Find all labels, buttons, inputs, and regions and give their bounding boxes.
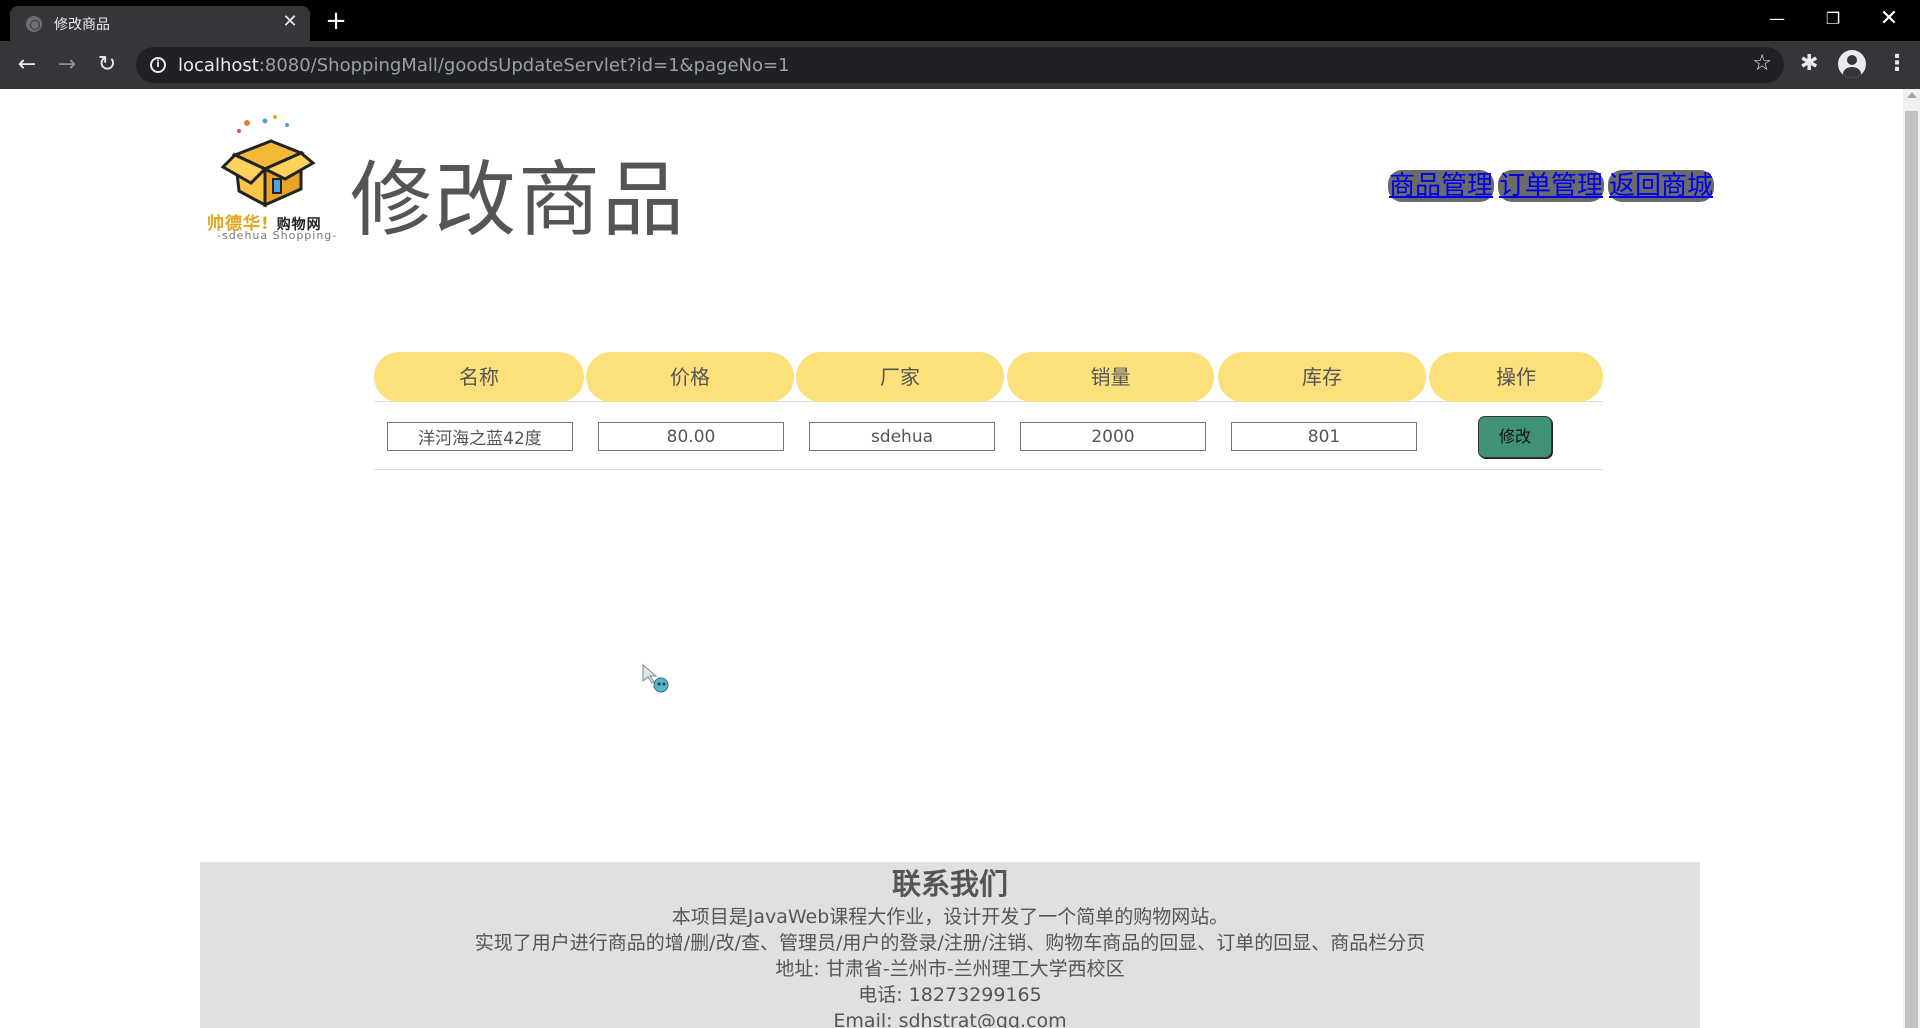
reload-icon[interactable]: ↻ — [93, 51, 121, 79]
top-navigation: 商品管理 订单管理 返回商城 — [1388, 170, 1715, 202]
browser-toolbar: ← → ↻ i localhost:8080/ShoppingMall/good… — [0, 41, 1920, 89]
forward-arrow-icon[interactable]: → — [53, 51, 81, 79]
vertical-scrollbar[interactable] — [1903, 89, 1920, 1028]
footer-title: 联系我们 — [891, 867, 1008, 901]
maker-input[interactable] — [809, 422, 995, 451]
new-tab-icon[interactable]: + — [322, 8, 350, 36]
window-close-icon[interactable]: ✕ — [1866, 0, 1912, 40]
table-row: 修改 — [374, 402, 1603, 470]
contact-footer: 联系我们 本项目是JavaWeb课程大作业，设计开发了一个简单的购物网站。 实现… — [200, 862, 1700, 1028]
address-bar[interactable]: i localhost:8080/ShoppingMall/goodsUpdat… — [136, 47, 1784, 83]
column-header-stock: 库存 — [1218, 352, 1426, 402]
modify-button[interactable]: 修改 — [1478, 416, 1552, 458]
browser-tabstrip: 修改商品 ✕ + — ❐ ✕ — [0, 0, 1920, 41]
bookmark-star-icon[interactable]: ☆ — [1752, 51, 1772, 76]
footer-address: 地址: 甘肃省-兰州市-兰州理工大学西校区 — [775, 958, 1125, 980]
column-header-sales: 销量 — [1007, 352, 1214, 402]
nav-order-management[interactable]: 订单管理 — [1498, 170, 1605, 202]
nav-back-to-mall[interactable]: 返回商城 — [1608, 170, 1715, 202]
cursor-icon — [642, 663, 669, 693]
close-tab-icon[interactable]: ✕ — [280, 12, 300, 32]
price-input[interactable] — [598, 422, 784, 451]
sales-input[interactable] — [1020, 422, 1206, 451]
goods-edit-table: 名称 价格 厂家 销量 库存 操作 修改 — [374, 350, 1603, 470]
info-icon[interactable]: i — [150, 57, 166, 73]
browser-tab[interactable]: 修改商品 ✕ — [10, 6, 310, 41]
gift-box-icon — [220, 115, 316, 208]
browser-menu-icon[interactable]: ⋮ — [1886, 51, 1908, 76]
page-title: 修改商品 — [350, 153, 687, 248]
scrollbar-thumb[interactable] — [1905, 111, 1918, 1028]
restore-icon[interactable]: ❐ — [1810, 0, 1856, 40]
column-header-action: 操作 — [1429, 352, 1603, 402]
footer-email: Email: sdhstrat@qq.com — [833, 1010, 1067, 1028]
tab-title: 修改商品 — [54, 17, 110, 33]
url-host: localhost — [178, 55, 259, 76]
footer-features: 实现了用户进行商品的增/删/改/查、管理员/用户的登录/注册/注销、购物车商品的… — [474, 932, 1426, 954]
column-header-price: 价格 — [586, 352, 794, 402]
profile-avatar-icon[interactable] — [1838, 50, 1866, 78]
extensions-puzzle-icon[interactable]: ✱ — [1800, 51, 1818, 76]
name-input[interactable] — [387, 422, 573, 451]
column-header-name: 名称 — [374, 352, 584, 402]
site-logo[interactable]: 帅德华! 购物网 -sdehua Shopping- — [205, 113, 345, 242]
page-content: 帅德华! 购物网 -sdehua Shopping- 修改商品 商品管理 订单管… — [0, 89, 1920, 1028]
table-header-row: 名称 价格 厂家 销量 库存 操作 — [374, 350, 1603, 402]
url-text[interactable]: localhost:8080/ShoppingMall/goodsUpdateS… — [178, 55, 790, 76]
footer-phone: 电话: 18273299165 — [858, 984, 1042, 1006]
minimize-icon[interactable]: — — [1754, 0, 1800, 40]
url-path: :8080/ShoppingMall/goodsUpdateServlet?id… — [258, 55, 790, 76]
nav-goods-management[interactable]: 商品管理 — [1388, 170, 1495, 202]
stock-input[interactable] — [1231, 422, 1417, 451]
back-arrow-icon[interactable]: ← — [13, 51, 41, 79]
scroll-up-arrow-icon[interactable] — [1907, 92, 1917, 98]
footer-description: 本项目是JavaWeb课程大作业，设计开发了一个简单的购物网站。 — [671, 906, 1229, 928]
globe-icon — [26, 16, 42, 32]
column-header-maker: 厂家 — [796, 352, 1004, 402]
logo-subtitle: -sdehua Shopping- — [217, 229, 338, 242]
